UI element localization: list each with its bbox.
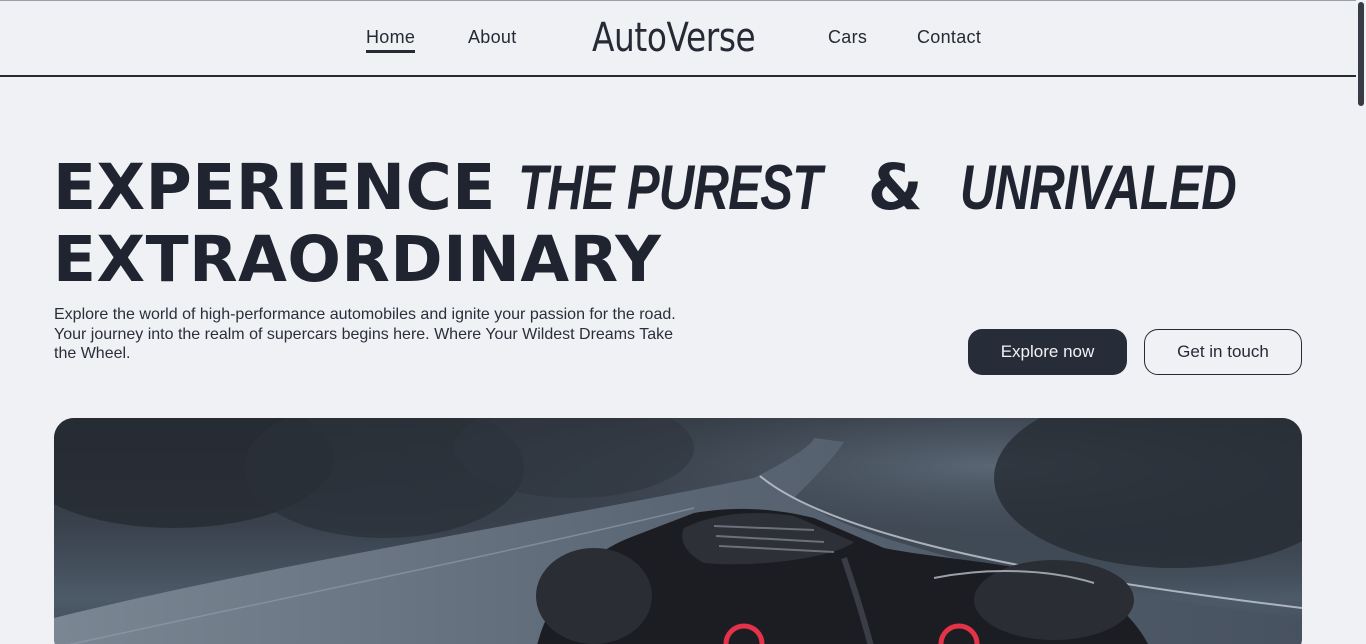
brand-logo[interactable]: AutoVerse [592, 15, 756, 61]
nav-cars-link[interactable]: Cars [828, 27, 867, 48]
headline-emphasis-unrivaled: UNRIVALED [959, 153, 1237, 223]
headline-line-1: EXPERIENCE THE PUREST & UNRIVALED [53, 152, 1259, 224]
page: Home About AutoVerse Cars Contact EXPERI… [0, 0, 1356, 644]
hero-car-illustration [54, 418, 1302, 644]
nav-about-link[interactable]: About [468, 27, 517, 48]
headline-line-2: EXTRAORDINARY [53, 223, 662, 296]
hero-car-image [54, 418, 1302, 644]
hero-description: Explore the world of high-performance au… [54, 306, 676, 362]
headline-emphasis-purest: THE PUREST [518, 153, 822, 223]
explore-now-button[interactable]: Explore now [968, 329, 1127, 375]
main-navigation: Home About AutoVerse Cars Contact [0, 1, 1356, 77]
nav-contact-link[interactable]: Contact [917, 27, 981, 48]
hero-headline: EXPERIENCE THE PUREST & UNRIVALED EXTRAO… [53, 152, 1259, 296]
headline-ampersand: & [867, 151, 924, 224]
scrollbar-thumb[interactable] [1358, 2, 1364, 106]
get-in-touch-button[interactable]: Get in touch [1144, 329, 1302, 375]
nav-home-link[interactable]: Home [366, 27, 416, 53]
headline-word-experience: EXPERIENCE [53, 151, 496, 224]
